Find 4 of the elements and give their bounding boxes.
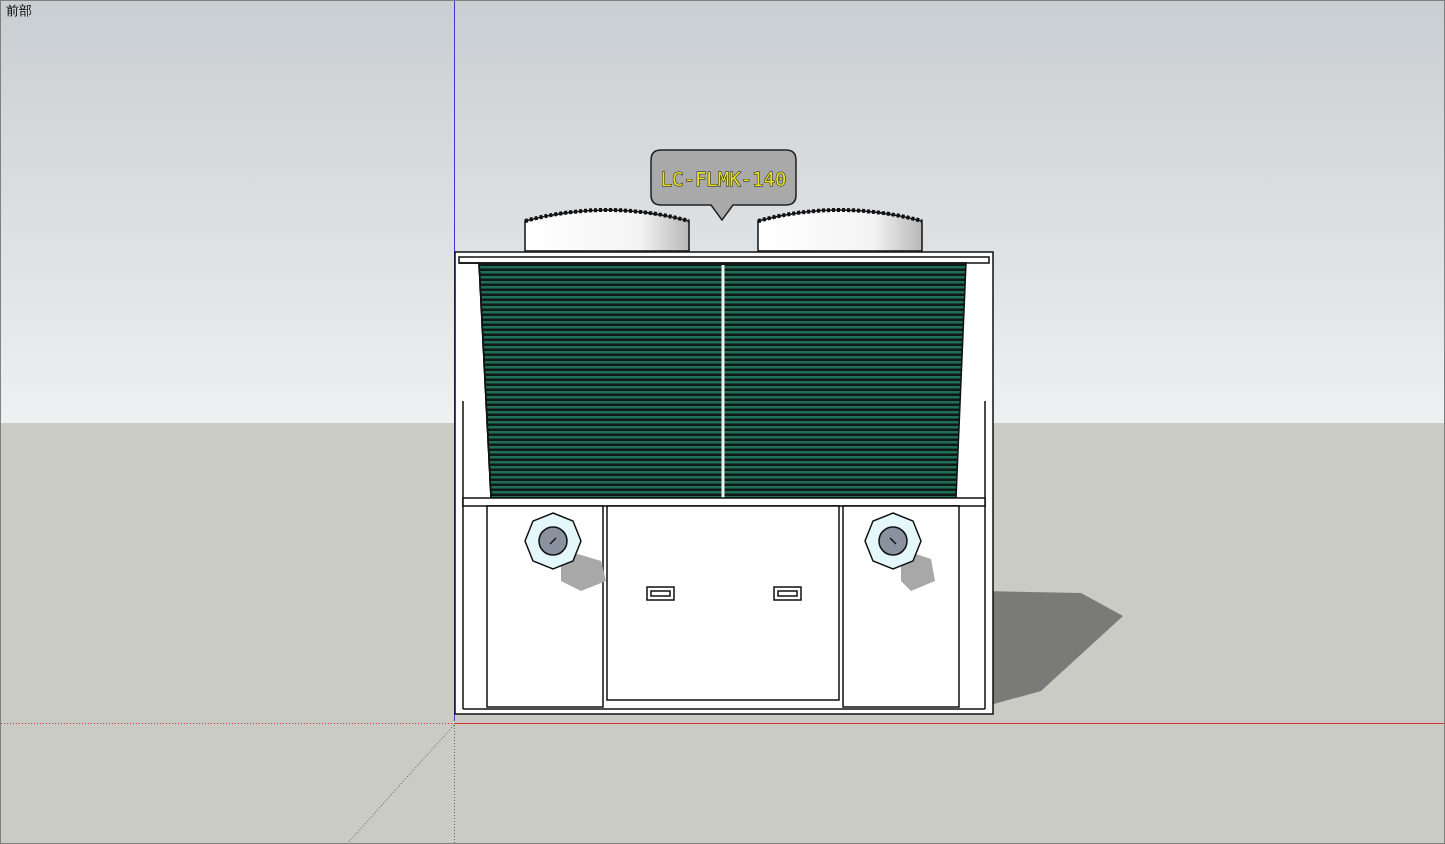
tag-label: LC-FLMK-140 — [660, 168, 787, 190]
pipe-flange-icon — [524, 512, 606, 591]
pipe-flange-icon — [864, 512, 935, 591]
view-label: 前部 — [6, 2, 32, 20]
